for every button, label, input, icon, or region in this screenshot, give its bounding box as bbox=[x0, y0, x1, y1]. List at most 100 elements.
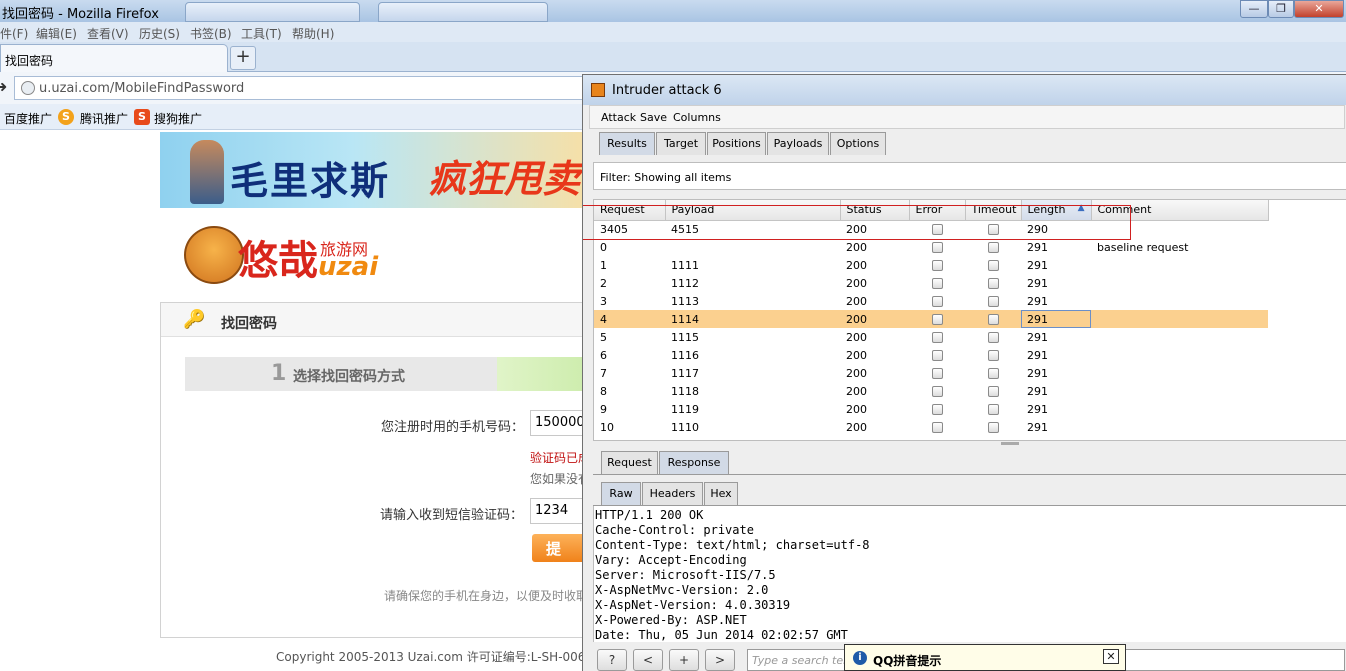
background-window-tab[interactable] bbox=[185, 2, 360, 22]
intruder-title: Intruder attack 6 bbox=[612, 83, 722, 98]
request-cell: 5 bbox=[600, 330, 607, 344]
error-checkbox[interactable] bbox=[931, 404, 943, 415]
minimize-button[interactable]: — bbox=[1240, 0, 1268, 18]
request-cell: 10 bbox=[600, 420, 614, 434]
error-checkbox[interactable] bbox=[931, 314, 943, 325]
error-cell bbox=[909, 346, 965, 364]
tab-request[interactable]: Request bbox=[601, 451, 658, 474]
timeout-checkbox[interactable] bbox=[987, 422, 999, 433]
payload-cell: 4515 bbox=[671, 222, 699, 236]
timeout-checkbox[interactable] bbox=[987, 296, 999, 307]
new-tab-button[interactable]: + bbox=[230, 46, 256, 70]
sms-code-input[interactable]: 1234 bbox=[530, 498, 590, 524]
menu-attack[interactable]: Attack bbox=[601, 111, 636, 124]
menu-edit[interactable]: 编辑(E) bbox=[36, 25, 77, 42]
result-row[interactable]: 4 1114 200 291 bbox=[594, 310, 1268, 328]
tab-positions[interactable]: Positions bbox=[707, 132, 766, 155]
tab-raw[interactable]: Raw bbox=[601, 482, 641, 505]
menu-save[interactable]: Save bbox=[640, 111, 667, 124]
error-checkbox[interactable] bbox=[931, 224, 943, 236]
error-checkbox[interactable] bbox=[931, 422, 943, 433]
tab-target[interactable]: Target bbox=[656, 132, 706, 155]
error-checkbox[interactable] bbox=[931, 332, 943, 343]
result-row[interactable]: 2 1112 200 291 bbox=[594, 274, 1268, 292]
response-raw-view[interactable]: HTTP/1.1 200 OK Cache-Control: private Con… bbox=[593, 506, 1346, 642]
close-window-button[interactable]: ✕ bbox=[1294, 0, 1344, 18]
help-button[interactable]: ? bbox=[597, 649, 627, 671]
menu-tools[interactable]: 工具(T) bbox=[241, 25, 282, 42]
timeout-checkbox[interactable] bbox=[987, 368, 999, 379]
timeout-checkbox[interactable] bbox=[987, 260, 999, 271]
result-row[interactable]: 6 1116 200 291 bbox=[594, 346, 1268, 364]
tab-response[interactable]: Response bbox=[659, 451, 729, 474]
error-checkbox[interactable] bbox=[931, 296, 943, 307]
response-line: Date: Thu, 05 Jun 2014 02:02:57 GMT bbox=[595, 628, 848, 642]
url-bar[interactable]: u.uzai.com/MobileFindPassword bbox=[14, 76, 604, 100]
result-row[interactable]: 5 1115 200 291 bbox=[594, 328, 1268, 346]
split-pane-grip[interactable] bbox=[1001, 442, 1019, 445]
menu-file[interactable]: 件(F) bbox=[0, 25, 28, 42]
timeout-checkbox[interactable] bbox=[987, 242, 999, 253]
length-cell: 291 bbox=[1027, 258, 1048, 272]
promo-banner[interactable]: 毛里求斯 疯狂甩卖 bbox=[160, 132, 590, 208]
results-table-container: Request Payload Status Error Timeout Len… bbox=[593, 199, 1346, 441]
column-header-error[interactable]: Error bbox=[909, 200, 966, 221]
phone-input[interactable]: 1500000 bbox=[530, 410, 590, 436]
error-cell bbox=[909, 364, 965, 382]
bookmark-sogou[interactable]: 搜狗推广 bbox=[154, 110, 202, 127]
timeout-checkbox[interactable] bbox=[987, 386, 999, 397]
column-header-payload[interactable]: Payload bbox=[665, 200, 841, 221]
browser-tab[interactable]: 找回密码 bbox=[0, 44, 228, 72]
result-row[interactable]: 3405 4515 200 290 bbox=[594, 220, 1268, 238]
result-row[interactable]: 7 1117 200 291 bbox=[594, 364, 1268, 382]
result-row[interactable]: 10 1110 200 291 bbox=[594, 418, 1268, 436]
result-row[interactable]: 8 1118 200 291 bbox=[594, 382, 1268, 400]
tab-hex[interactable]: Hex bbox=[704, 482, 738, 505]
next-match-button[interactable]: > bbox=[705, 649, 735, 671]
timeout-checkbox[interactable] bbox=[987, 314, 999, 325]
firefox-titlebar: 找回密码 - Mozilla Firefox — ❐ ✕ bbox=[0, 0, 1346, 22]
timeout-checkbox[interactable] bbox=[987, 404, 999, 415]
column-header-status[interactable]: Status bbox=[840, 200, 910, 221]
column-header-comment[interactable]: Comment bbox=[1091, 200, 1269, 221]
background-window-tab[interactable] bbox=[378, 2, 548, 22]
maximize-button[interactable]: ❐ bbox=[1268, 0, 1294, 18]
menu-view[interactable]: 查看(V) bbox=[87, 25, 129, 42]
result-row[interactable]: 1 1111 200 291 bbox=[594, 256, 1268, 274]
menu-bookmarks[interactable]: 书签(B) bbox=[190, 25, 232, 42]
tab-payloads[interactable]: Payloads bbox=[767, 132, 829, 155]
back-arrow-icon[interactable]: ➜ bbox=[0, 77, 12, 99]
timeout-checkbox[interactable] bbox=[987, 278, 999, 289]
result-row[interactable]: 0 200 291 baseline request bbox=[594, 238, 1268, 256]
tab-headers[interactable]: Headers bbox=[642, 482, 703, 505]
error-checkbox[interactable] bbox=[931, 278, 943, 289]
column-header-length[interactable]: Length ▲ bbox=[1021, 200, 1092, 221]
timeout-checkbox[interactable] bbox=[987, 332, 999, 343]
error-checkbox[interactable] bbox=[931, 242, 943, 253]
result-row[interactable]: 3 1113 200 291 bbox=[594, 292, 1268, 310]
filter-text: Filter: Showing all items bbox=[600, 171, 732, 184]
length-cell: 291 bbox=[1027, 348, 1048, 362]
error-checkbox[interactable] bbox=[931, 350, 943, 361]
tab-results[interactable]: Results bbox=[599, 132, 655, 155]
error-checkbox[interactable] bbox=[931, 386, 943, 397]
timeout-checkbox[interactable] bbox=[987, 224, 999, 236]
bookmark-tencent[interactable]: 腾讯推广 bbox=[80, 110, 128, 127]
qq-popup-close-button[interactable]: ✕ bbox=[1103, 649, 1119, 664]
menu-history[interactable]: 历史(S) bbox=[139, 25, 180, 42]
payload-cell: 1111 bbox=[671, 258, 699, 272]
tab-options[interactable]: Options bbox=[830, 132, 886, 155]
filter-bar[interactable]: Filter: Showing all items bbox=[593, 162, 1346, 190]
add-button[interactable]: + bbox=[669, 649, 699, 671]
menu-help[interactable]: 帮助(H) bbox=[292, 25, 334, 42]
previous-match-button[interactable]: < bbox=[633, 649, 663, 671]
result-row[interactable]: 9 1119 200 291 bbox=[594, 400, 1268, 418]
timeout-checkbox[interactable] bbox=[987, 350, 999, 361]
bookmark-baidu[interactable]: 百度推广 bbox=[4, 110, 52, 127]
column-header-request[interactable]: Request bbox=[594, 200, 666, 221]
error-checkbox[interactable] bbox=[931, 368, 943, 379]
menu-columns[interactable]: Columns bbox=[673, 111, 721, 124]
column-header-timeout[interactable]: Timeout bbox=[965, 200, 1022, 221]
error-checkbox[interactable] bbox=[931, 260, 943, 271]
payload-cell: 1113 bbox=[671, 294, 699, 308]
